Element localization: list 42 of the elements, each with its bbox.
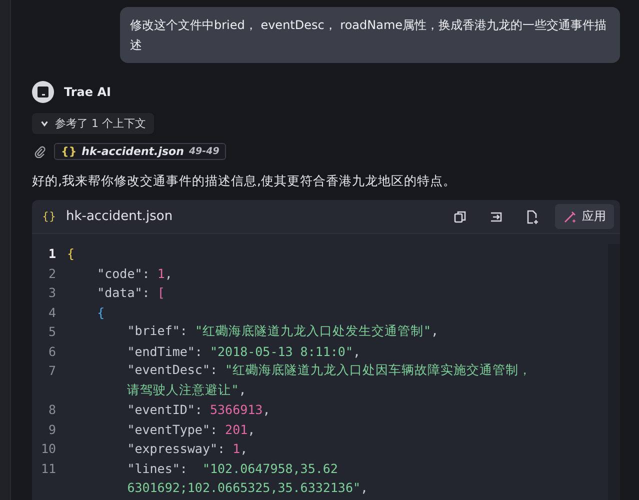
line-number: 11	[40, 460, 56, 476]
code-line: "data": [	[96, 285, 165, 300]
code-line: {	[67, 246, 75, 262]
line-number: 9	[47, 422, 56, 437]
line-number: 10	[40, 441, 56, 456]
code-line: "expressway": 1,	[126, 441, 248, 456]
code-line: {	[96, 304, 105, 320]
code-line: "code": 1,	[96, 266, 172, 281]
assistant-avatar-icon	[32, 81, 54, 103]
apply-button[interactable]: 应用	[555, 204, 614, 229]
code-file-name: hk-accident.json	[66, 209, 174, 224]
line-number: 5	[47, 324, 56, 340]
magic-wand-icon	[563, 210, 577, 224]
line-number: 1	[47, 246, 56, 262]
new-file-icon[interactable]	[525, 210, 539, 224]
code-line: "eventType": 201,	[126, 422, 256, 437]
context-file-chip[interactable]: {} hk-accident.json 49-49	[54, 143, 226, 160]
line-range: 49-49	[188, 146, 220, 157]
code-line: 6301692;102.0665325,35.6332136",	[126, 480, 368, 496]
paperclip-icon	[34, 146, 46, 158]
code-line: "eventDesc": "红磡海底隧道九龙入口处因车辆故障实施交通管制，	[126, 362, 532, 380]
code-line: "brief": "红磡海底隧道九龙入口处发生交通管制",	[126, 323, 439, 340]
line-number: 8	[47, 402, 56, 418]
code-line: "endTime": "2018-05-13 8:11:0",	[126, 344, 361, 359]
chevron-icon	[40, 119, 49, 128]
context-toggle[interactable]: 参考了 1 个上下文	[32, 113, 154, 134]
user-message: 修改这个文件中bried， eventDesc， roadName属性，换成香港九龙的一些交通事件描述	[120, 7, 620, 63]
copy-icon[interactable]	[453, 210, 467, 224]
line-number: 2	[47, 266, 56, 281]
assistant-name: Trae AI	[64, 85, 111, 99]
line-number: 6	[47, 344, 56, 359]
insert-icon[interactable]	[489, 210, 503, 224]
line-number: 3	[47, 285, 56, 300]
file-name: hk-accident.json	[82, 145, 184, 158]
assistant-reply: 好的,我来帮你修改交通事件的描述信息,使其更符合香港九龙地区的特点。	[32, 173, 457, 190]
json-file-icon: {}	[61, 145, 77, 158]
line-number: 4	[47, 304, 56, 320]
line-number: 7	[47, 363, 56, 378]
code-line: "eventID": 5366913,	[126, 402, 270, 418]
code-line: 请驾驶人注意避让",	[126, 382, 246, 399]
json-file-icon: {}	[42, 210, 56, 223]
code-line: "lines": "102.0647958,35.62	[126, 460, 338, 476]
